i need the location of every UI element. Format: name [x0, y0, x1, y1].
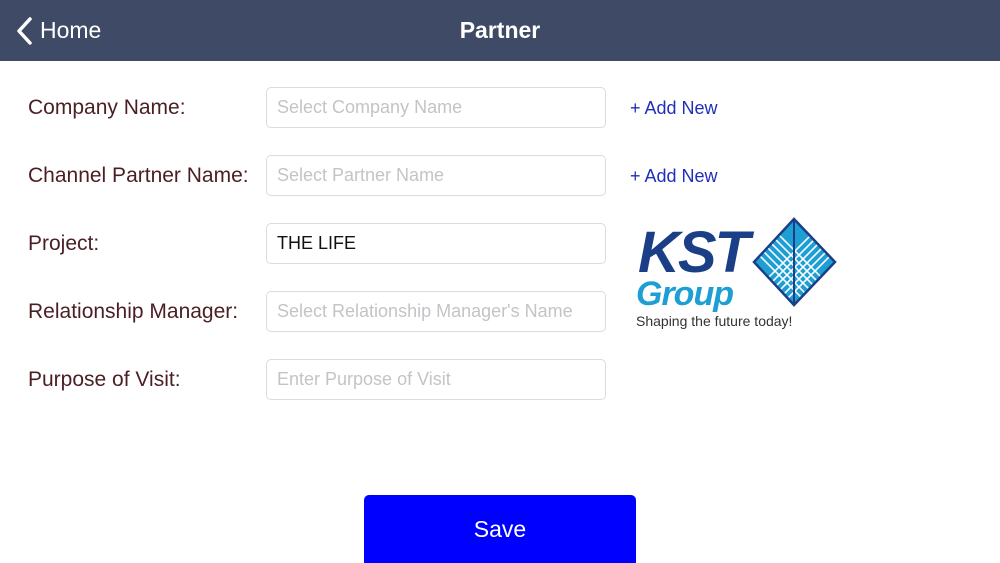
purpose-of-visit-label: Purpose of Visit:	[28, 368, 181, 391]
company-name-label: Company Name:	[28, 96, 186, 119]
relationship-manager-label: Relationship Manager:	[28, 300, 239, 323]
relationship-manager-input[interactable]	[266, 291, 606, 332]
channel-partner-name-label: Channel Partner Name:	[28, 164, 249, 187]
logo-tagline: Shaping the future today!	[636, 313, 792, 329]
add-new-partner-link[interactable]: + Add New	[630, 156, 718, 196]
kst-group-logo: KST Group Shaping the future today!	[630, 212, 842, 338]
save-button[interactable]: Save	[364, 495, 636, 563]
back-button[interactable]: Home	[14, 0, 101, 61]
purpose-of-visit-input[interactable]	[266, 359, 606, 400]
back-label: Home	[40, 17, 102, 43]
navigation-bar: Home Partner	[0, 0, 1000, 61]
add-new-company-link[interactable]: + Add New	[630, 88, 718, 128]
chevron-left-icon	[14, 16, 34, 46]
logo-group-text: Group	[636, 275, 733, 313]
page-title: Partner	[459, 17, 541, 43]
company-name-input[interactable]	[266, 87, 606, 128]
channel-partner-name-input[interactable]	[266, 155, 606, 196]
project-input[interactable]	[266, 223, 606, 264]
project-label: Project:	[28, 232, 100, 255]
